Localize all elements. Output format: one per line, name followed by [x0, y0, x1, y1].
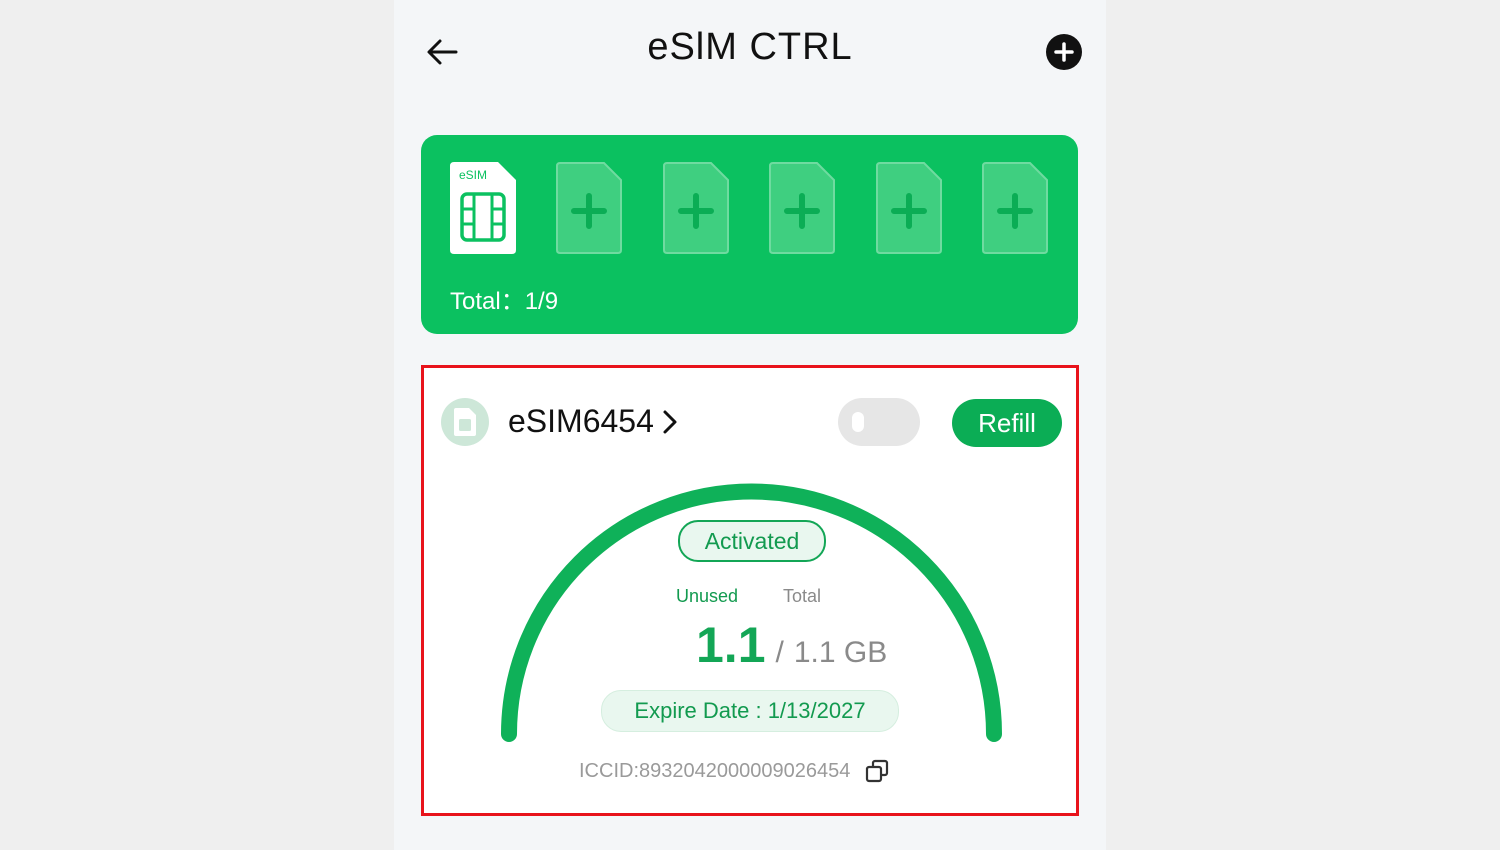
unused-label: Unused — [676, 586, 739, 606]
iccid-row: ICCID:89320420000090264​54 — [579, 758, 890, 784]
data-usage: 1.1 / 1.1 GB — [696, 616, 887, 674]
empty-sim-slot[interactable] — [769, 162, 835, 254]
empty-sim-slot[interactable] — [556, 162, 622, 254]
plus-icon — [982, 162, 1048, 254]
data-separator: / — [775, 636, 784, 669]
status-badge: Activated — [678, 520, 826, 562]
sim-card-icon — [454, 408, 476, 436]
expire-date-badge: Expire Date : 1/13/2027 — [601, 690, 899, 732]
app-screen: eSlM CTRL eSIM Total：1/9 eSIM6454 Refill… — [394, 0, 1106, 850]
page-title: eSlM CTRL — [647, 26, 853, 68]
sim-slots-panel: eSIM Total：1/9 — [421, 135, 1078, 334]
unused-value: 1.1 — [696, 617, 766, 673]
svg-text:eSIM: eSIM — [459, 168, 487, 182]
esim-card-icon: eSIM — [450, 162, 516, 254]
empty-sim-slot[interactable] — [982, 162, 1048, 254]
plus-icon — [556, 162, 622, 254]
empty-sim-slot[interactable] — [876, 162, 942, 254]
esim-detail-card: eSIM6454 Refill Activated Unused Total 1… — [421, 365, 1079, 816]
iccid-text: ICCID:89320420000090264​54 — [579, 759, 851, 782]
esim-enable-toggle[interactable] — [838, 398, 920, 446]
total-value: 1.1 GB — [793, 636, 888, 669]
esim-avatar — [441, 398, 489, 446]
total-label: Total — [783, 586, 822, 606]
plus-icon — [769, 162, 835, 254]
chevron-right-icon — [663, 410, 677, 433]
sim-total-count: Total：1/9 — [450, 288, 559, 315]
refill-button[interactable]: Refill — [952, 399, 1062, 447]
add-esim-button[interactable] — [1046, 34, 1082, 70]
empty-sim-slot[interactable] — [663, 162, 729, 254]
copy-icon — [866, 759, 889, 783]
esim-name-link[interactable]: eSIM6454 — [508, 403, 678, 440]
plus-circle-icon — [1054, 42, 1074, 62]
header: eSlM CTRL — [394, 0, 1106, 105]
plus-icon — [876, 162, 942, 254]
active-sim-slot[interactable]: eSIM — [450, 162, 516, 254]
toggle-knob — [852, 412, 864, 432]
esim-name: eSIM6454 — [508, 403, 654, 439]
plus-icon — [663, 162, 729, 254]
copy-button[interactable] — [864, 758, 890, 784]
